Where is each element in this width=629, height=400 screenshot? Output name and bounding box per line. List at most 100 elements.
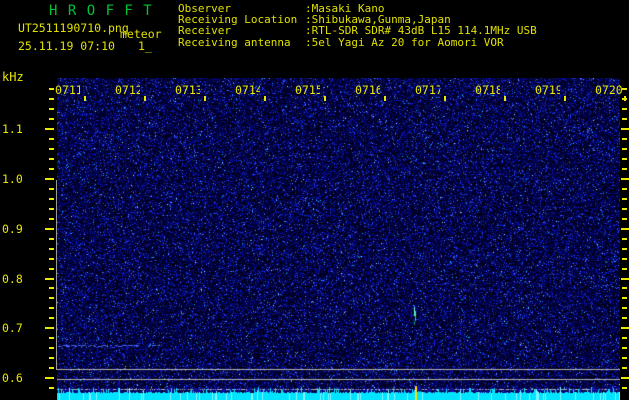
freq-tick-left [49,98,54,100]
time-label: 0718 [475,83,500,97]
time-label: 0719 [535,83,560,97]
freq-tick-right [622,347,627,349]
minute-tick [264,96,266,101]
time-label: 0715 [295,83,320,97]
freq-tick-right [622,258,627,260]
freq-tick-left [49,168,54,170]
freq-tick-right [622,337,627,339]
freq-tick-left [49,337,54,339]
freq-tick-right [622,108,627,110]
app-title: H R O F F T [49,3,153,19]
grey-vertical-reference-line [56,180,57,370]
freq-tick-left [49,148,54,150]
freq-tick-right [622,98,627,100]
freq-tick-right [622,138,627,140]
freq-tick-right [622,188,627,190]
freq-tick-right [621,128,629,130]
time-label: 0711 [55,83,80,97]
freq-tick-right [622,307,627,309]
time-label-text: 071 [115,83,136,97]
time-label-last-digit: 4 [255,83,260,97]
output-filename: UT2511190710.png [18,21,129,35]
minute-tick [384,96,386,101]
station-info-block: Observer:Masaki Kano Receiving Location:S… [178,2,537,49]
freq-tick-right [622,198,627,200]
freq-tick-left [49,347,54,349]
freq-tick-right [621,228,629,230]
freq-tick-right [622,158,627,160]
freq-tick-right [622,268,627,270]
station-info-row: Receiving Location:Shibukawa,Gunma,Japan [178,13,451,26]
time-label: 0716 [355,83,380,97]
freq-tick-right [622,148,627,150]
freq-tick-right [622,387,627,389]
time-label-last-digit: 6 [375,83,380,97]
freq-label: 1.1 [2,122,23,136]
freq-tick-right [622,238,627,240]
minute-tick [144,96,146,101]
freq-tick-left [45,178,54,180]
freq-tick-left [49,188,54,190]
time-label-text: 071 [55,83,76,97]
station-info-row: Receiver:RTL-SDR SDR# 43dB L15 114.1MHz … [178,24,537,37]
hrofft-window: H R O F F T UT2511190710.png meteor 25.1… [0,0,629,400]
minute-tick [564,96,566,101]
freq-tick-left [49,387,54,389]
freq-label: 0.9 [2,222,23,236]
freq-tick-right [621,278,629,280]
minute-tick [324,96,326,101]
freq-label: 0.6 [2,371,23,385]
time-label: 0717 [415,83,440,97]
time-label-last-digit: 0 [615,83,623,97]
freq-tick-left [49,367,54,369]
time-label-text: 071 [295,83,316,97]
freq-tick-right [622,287,627,289]
freq-tick-left [49,268,54,270]
time-label-last-digit: 7 [435,83,440,97]
time-label-last-digit: 9 [555,83,560,97]
datetime-label: 25.11.19 07:10 [18,39,115,53]
freq-tick-right [622,208,627,210]
freq-tick-left [49,357,54,359]
freq-tick-right [621,377,629,379]
freq-tick-right [622,88,627,90]
spectrogram-canvas [57,78,620,400]
freq-tick-right [622,118,627,120]
freq-tick-right [622,248,627,250]
time-label: 0720 [595,83,623,97]
freq-label: 0.7 [2,321,23,335]
freq-tick-left [49,287,54,289]
time-label: 0714 [235,83,260,97]
time-label: 0712 [115,83,140,97]
freq-tick-left [49,158,54,160]
freq-tick-right [622,168,627,170]
time-label-text: 071 [235,83,256,97]
time-label-last-digit: 5 [315,83,320,97]
observation-mode-label: meteor [120,27,162,41]
time-label-last-digit: 2 [135,83,140,97]
freq-tick-left [49,198,54,200]
freq-tick-left [45,327,54,329]
freq-tick-right [621,178,629,180]
freq-tick-left [49,138,54,140]
minute-tick [204,96,206,101]
freq-tick-right [621,327,629,329]
freq-tick-left [45,278,54,280]
freq-tick-left [49,317,54,319]
freq-tick-left [49,118,54,120]
minute-tick [84,96,86,101]
time-label-text: 071 [475,83,496,97]
time-label-text: 071 [175,83,196,97]
freq-tick-left [45,128,54,130]
time-label-text: 071 [535,83,556,97]
echo-counter: 1_ [138,39,152,53]
time-label-last-digit: 8 [495,83,500,97]
info-value: :5el Yagi Az 20 for Aomori VOR [305,35,504,49]
freq-tick-left [49,218,54,220]
freq-tick-left [49,88,54,90]
freq-tick-right [622,297,627,299]
freq-label: 0.8 [2,272,23,286]
minute-tick [444,96,446,101]
info-label: Receiving antenna [178,35,291,49]
freq-tick-left [49,238,54,240]
